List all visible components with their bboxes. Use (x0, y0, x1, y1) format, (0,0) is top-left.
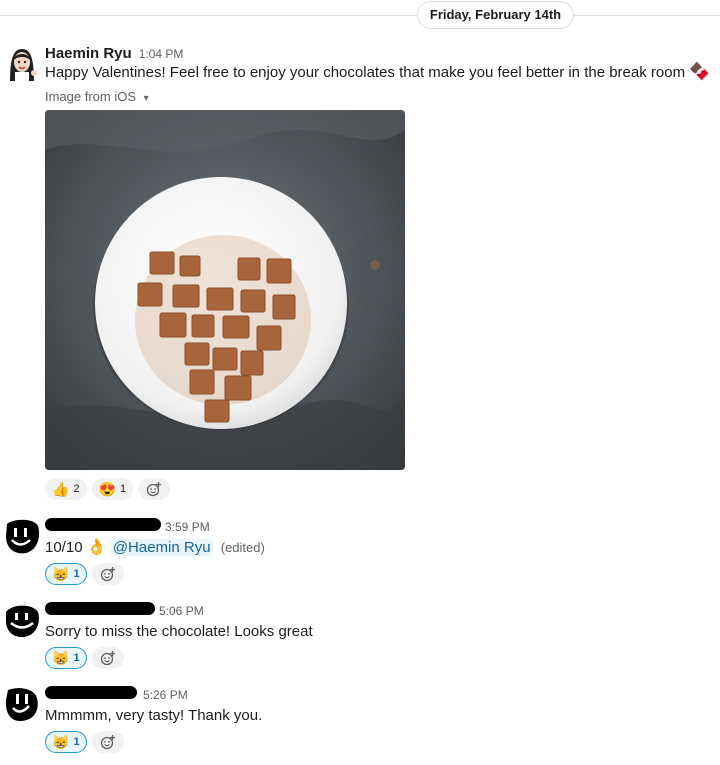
message-item: 5:26 PM Mmmmm, very tasty! Thank you. 😸 … (0, 683, 720, 763)
author-name[interactable]: Haemin Ryu (45, 45, 132, 62)
message-timestamp[interactable]: 3:59 PM (165, 520, 210, 534)
reaction-count: 1 (73, 568, 80, 580)
message-item: Haemin Ryu 1:04 PM Happy Valentines! Fee… (0, 0, 720, 505)
reaction-count: 1 (73, 736, 80, 748)
reaction-heart-eyes[interactable]: 😍 1 (91, 478, 134, 500)
reaction-bar: 😸 1 (45, 647, 124, 669)
reaction-bar: 👍 2 😍 1 (45, 478, 171, 500)
add-reaction-icon (100, 735, 115, 750)
message-timestamp[interactable]: 5:06 PM (159, 604, 204, 618)
ok-hand-icon: 👌 (86, 539, 107, 556)
add-reaction-button[interactable] (91, 731, 124, 753)
reaction-smiling-cat[interactable]: 😸 1 (45, 563, 87, 585)
reaction-bar: 😸 1 (45, 563, 124, 585)
reaction-count: 2 (73, 483, 80, 495)
chocolate-bar-icon: 🍫 (689, 62, 711, 81)
thumbs-up-icon: 👍 (52, 481, 70, 497)
message-item: 5:06 PM Sorry to miss the chocolate! Loo… (0, 599, 720, 679)
message-timestamp[interactable]: 5:26 PM (143, 688, 188, 702)
add-reaction-button[interactable] (91, 563, 124, 585)
edited-label: (edited) (220, 540, 265, 555)
message-body: Happy Valentines! Feel free to enjoy you… (45, 64, 686, 81)
attachment-label: Image from iOS (45, 89, 137, 104)
user-mention[interactable]: @Haemin Ryu (110, 539, 213, 556)
message-text: Happy Valentines! Feel free to enjoy you… (45, 63, 710, 83)
author-name-redacted[interactable] (45, 686, 137, 699)
add-reaction-button[interactable] (138, 478, 171, 500)
reaction-smiling-cat[interactable]: 😸 1 (45, 647, 87, 669)
reaction-thumbs-up[interactable]: 👍 2 (45, 478, 87, 500)
avatar-redacted[interactable] (4, 518, 40, 554)
avatar-redacted[interactable] (4, 686, 40, 722)
message-text: 10/10 👌 @Haemin Ryu (edited) (45, 538, 265, 558)
add-reaction-icon (100, 651, 115, 666)
chocolate-photo[interactable] (45, 110, 405, 470)
smiling-cat-icon: 😸 (52, 650, 70, 666)
reaction-count: 1 (120, 483, 127, 495)
attachment-meta[interactable]: Image from iOS ▾ (45, 89, 149, 104)
message-text: Mmmmm, very tasty! Thank you. (45, 707, 263, 724)
add-reaction-button[interactable] (91, 647, 124, 669)
avatar[interactable] (4, 45, 40, 81)
message-text: Sorry to miss the chocolate! Looks great (45, 623, 313, 640)
smiling-cat-icon: 😸 (52, 734, 70, 750)
reaction-smiling-cat[interactable]: 😸 1 (45, 731, 87, 753)
author-name-redacted[interactable] (45, 602, 155, 615)
reaction-count: 1 (73, 652, 80, 664)
caret-down-icon[interactable]: ▾ (144, 93, 149, 104)
heart-eyes-icon: 😍 (98, 481, 116, 497)
message-item: 3:59 PM 10/10 👌 @Haemin Ryu (edited) 😸 1 (0, 515, 720, 595)
add-reaction-icon (146, 482, 162, 497)
avatar-redacted[interactable] (4, 602, 40, 638)
smiling-cat-icon: 😸 (52, 566, 70, 582)
author-name-redacted[interactable] (45, 518, 161, 531)
add-reaction-icon (100, 567, 115, 582)
reaction-bar: 😸 1 (45, 731, 124, 753)
message-body: 10/10 (45, 539, 83, 556)
message-timestamp[interactable]: 1:04 PM (139, 47, 184, 61)
